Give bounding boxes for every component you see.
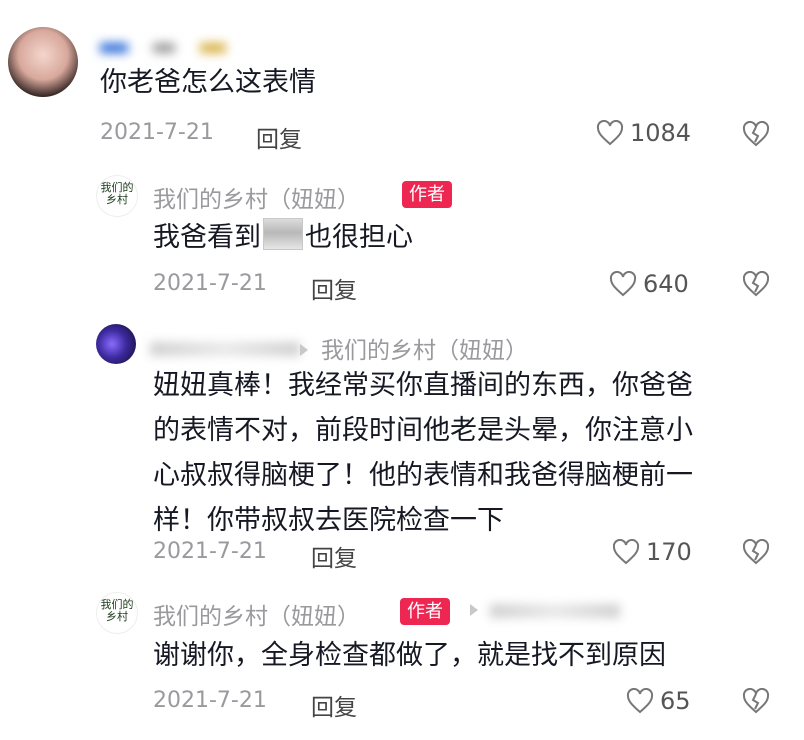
reply-text-before: 我爸看到 <box>153 222 261 253</box>
inline-image[interactable] <box>263 218 303 250</box>
fan-reply-line-2: 的表情不对，前段时间他老是头晕，你注意小 <box>153 415 693 446</box>
comment-text: 你老爸怎么这表情 <box>100 67 316 98</box>
heart-icon <box>596 120 624 146</box>
dislike-icon <box>742 538 770 565</box>
heart-icon <box>612 539 640 565</box>
reply-like-button[interactable]: 640 <box>609 270 689 298</box>
reply-username-2[interactable]: 我们的乡村（妞妞） <box>153 597 360 631</box>
commenter-avatar[interactable] <box>8 27 78 97</box>
dislike-icon <box>742 687 770 714</box>
reply-text: 我爸看到 也很担心 <box>153 218 413 258</box>
comment-dislike-button[interactable] <box>742 120 770 151</box>
commenter-username-blurred[interactable] <box>100 38 230 60</box>
heart-icon <box>626 688 654 714</box>
author-avatar-logo-2: 我们的乡村 <box>100 598 134 623</box>
author-avatar[interactable]: 我们的乡村 <box>96 175 138 217</box>
dislike-icon <box>742 270 770 297</box>
reply-like-count: 640 <box>643 270 689 298</box>
reply-to-username[interactable]: 我们的乡村（妞妞） <box>321 331 528 365</box>
fan-reply-dislike-button[interactable] <box>742 538 770 569</box>
reply-reply-button-2[interactable]: 回复 <box>311 688 357 722</box>
comment-date: 2021-7-21 <box>100 120 214 145</box>
heart-icon <box>609 271 637 297</box>
fan-reply-date: 2021-7-21 <box>153 539 267 564</box>
reply-to-username-blurred[interactable] <box>490 604 620 618</box>
fan-avatar[interactable] <box>96 324 136 364</box>
fan-reply-like-button[interactable]: 170 <box>612 538 692 566</box>
fan-reply-like-count: 170 <box>646 538 692 566</box>
reply-username[interactable]: 我们的乡村（妞妞） <box>153 180 360 214</box>
author-avatar-logo: 我们的乡村 <box>100 181 134 206</box>
comment-like-button[interactable]: 1084 <box>596 119 691 147</box>
fan-reply-line-1: 妞妞真棒！我经常买你直播间的东西，你爸爸 <box>153 370 693 401</box>
author-badge: 作者 <box>402 181 452 208</box>
fan-reply-text: 妞妞真棒！我经常买你直播间的东西，你爸爸 的表情不对，前段时间他老是头晕，你注意… <box>153 366 773 541</box>
reply-dislike-button-2[interactable] <box>742 687 770 718</box>
reply-reply-button[interactable]: 回复 <box>311 271 357 305</box>
fan-reply-line-4: 样！你带叔叔去医院检查一下 <box>153 505 504 536</box>
comment-reply-button[interactable]: 回复 <box>256 120 302 154</box>
reply-arrow-icon <box>300 344 308 356</box>
author-badge-2: 作者 <box>400 598 450 625</box>
reply-text-after: 也很担心 <box>305 222 413 253</box>
reply-text-2: 谢谢你，全身检查都做了，就是找不到原因 <box>153 640 666 671</box>
fan-reply-line-3: 心叔叔得脑梗了！他的表情和我爸得脑梗前一 <box>153 460 693 491</box>
fan-username-blurred[interactable] <box>150 342 300 356</box>
reply-dislike-button[interactable] <box>742 270 770 301</box>
reply-like-count-2: 65 <box>660 687 691 715</box>
comment-like-count: 1084 <box>630 119 692 147</box>
author-avatar-2[interactable]: 我们的乡村 <box>96 592 138 634</box>
reply-date: 2021-7-21 <box>153 271 267 296</box>
reply-arrow-icon <box>470 604 478 616</box>
fan-reply-reply-button[interactable]: 回复 <box>311 539 357 573</box>
reply-like-button-2[interactable]: 65 <box>626 687 691 715</box>
dislike-icon <box>742 120 770 147</box>
reply-date-2: 2021-7-21 <box>153 688 267 713</box>
